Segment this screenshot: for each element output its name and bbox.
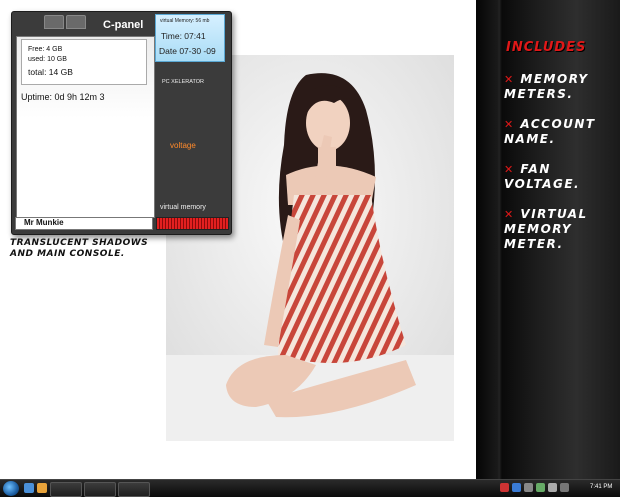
time-readout: Time: 07:41	[161, 31, 206, 41]
uptime-readout: Uptime: 0d 9h 12m 3	[21, 92, 105, 102]
network-icon[interactable]	[560, 483, 569, 492]
main-console: Free: 4 GB used: 10 GB total: 14 GB Upti…	[16, 36, 155, 218]
quick-launch-icon[interactable]	[37, 483, 47, 493]
taskbar-button[interactable]	[118, 482, 150, 497]
system-tray[interactable]	[500, 483, 580, 494]
volume-icon[interactable]	[548, 483, 557, 492]
c-panel-widget[interactable]: C-panel Free: 4 GB used: 10 GB total: 14…	[11, 11, 232, 235]
memory-used: used: 10 GB	[28, 56, 67, 63]
feature-item: ✕ FAN VOLTAGE.	[504, 162, 616, 192]
virtual-memory-label: virtual memory	[160, 204, 206, 211]
taskbar-button[interactable]	[84, 482, 116, 497]
feature-item: ✕ MEMORY METERS.	[504, 72, 616, 102]
widget-tab-right[interactable]	[66, 15, 86, 29]
virtual-memory-meter	[156, 217, 229, 230]
tray-icon[interactable]	[536, 483, 545, 492]
memory-total: total: 14 GB	[28, 67, 73, 77]
x-bullet-icon: ✕	[504, 73, 515, 86]
account-name-field: Mr Munkie	[15, 217, 153, 230]
clock-panel: virtual Memory: 56 mb Time: 07:41 Date 0…	[155, 14, 225, 62]
x-bullet-icon: ✕	[504, 208, 515, 221]
caption-text: TRANSLUCENT SHADOWS AND MAIN CONSOLE.	[10, 238, 149, 259]
taskbar: 7:41 PM	[0, 479, 620, 497]
feature-text: MEMORY METERS.	[504, 72, 589, 101]
account-name: Mr Munkie	[24, 218, 64, 227]
voltage-label: voltage	[170, 141, 196, 150]
date-readout: Date 07-30 -09	[159, 46, 216, 56]
taskbar-button[interactable]	[50, 482, 82, 497]
feature-text: FAN VOLTAGE.	[504, 162, 581, 191]
tray-icon[interactable]	[500, 483, 509, 492]
x-bullet-icon: ✕	[504, 163, 515, 176]
feature-text: ACCOUNT NAME.	[504, 117, 596, 146]
x-bullet-icon: ✕	[504, 118, 515, 131]
tray-icon[interactable]	[512, 483, 521, 492]
start-button[interactable]	[3, 481, 19, 496]
memory-free: Free: 4 GB	[28, 46, 63, 53]
quick-launch-icon[interactable]	[24, 483, 34, 493]
feature-text: VIRTUAL MEMORY METER.	[504, 207, 588, 251]
widget-title: C-panel	[103, 19, 144, 31]
feature-item: ✕ VIRTUAL MEMORY METER.	[504, 207, 616, 252]
widget-tab-left[interactable]	[44, 15, 64, 29]
includes-heading: INCLUDES	[506, 40, 587, 55]
tray-icon[interactable]	[524, 483, 533, 492]
taskbar-clock[interactable]: 7:41 PM	[590, 484, 612, 490]
virtual-memory-readout: virtual Memory: 56 mb	[160, 18, 210, 24]
memory-meter: Free: 4 GB used: 10 GB total: 14 GB	[21, 39, 147, 85]
feature-item: ✕ ACCOUNT NAME.	[504, 117, 616, 147]
pc-xelerator-label: PC XELERATOR	[162, 79, 204, 85]
